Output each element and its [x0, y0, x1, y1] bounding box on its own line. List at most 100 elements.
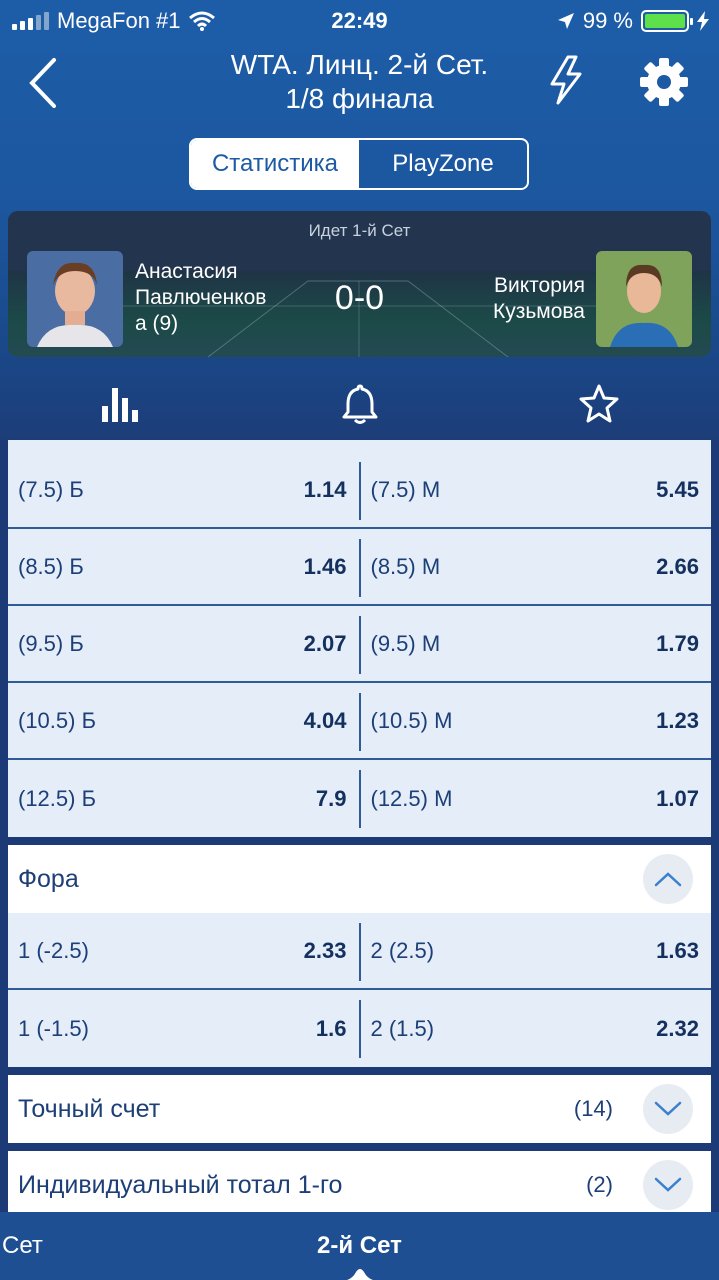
page-title: WTA. Линц. 2-й Сет. 1/8 финала: [100, 48, 619, 116]
collapse-button[interactable]: [643, 854, 693, 904]
section-title: Индивидуальный тотал 1-го: [18, 1170, 343, 1199]
odds-value: 7.9: [315, 785, 347, 811]
player2-name-line2: Кузьмова: [492, 300, 585, 323]
odds-under[interactable]: (8.5) М 2.66: [361, 529, 712, 604]
odds-label: 1 (-2.5): [18, 937, 89, 963]
battery-level: [645, 14, 685, 28]
player1-name-line3: а (9): [135, 312, 179, 335]
odds-label: (8.5) Б: [18, 553, 84, 579]
exact-score-header[interactable]: Точный счет (14): [8, 1075, 711, 1143]
odds-value: 2.07: [303, 630, 347, 656]
odds-label: (10.5) М: [370, 707, 453, 733]
status-bar: MegaFon #1 22:49 99 %: [0, 0, 719, 40]
odds-label: 1 (-1.5): [18, 1015, 89, 1041]
odds-under[interactable]: (10.5) М 1.23: [361, 683, 712, 758]
odds-row: (7.5) Б 1.14 (7.5) М 5.45: [8, 452, 711, 529]
odds-row: 1 (-2.5) 2.33 2 (2.5) 1.63: [8, 913, 711, 990]
match-status: Идет 1-й Сет: [308, 221, 411, 240]
tab-playzone[interactable]: PlayZone: [359, 140, 527, 188]
tab-second-set[interactable]: 2-й Сет: [0, 1232, 719, 1260]
expand-button[interactable]: [643, 1160, 693, 1210]
action-bar: [0, 370, 719, 436]
player2-name-line1: Виктория: [493, 274, 585, 297]
odds-away[interactable]: 2 (1.5) 2.32: [361, 990, 712, 1067]
chevron-down-icon: [654, 1101, 682, 1116]
odds-over[interactable]: (8.5) Б 1.46: [8, 529, 359, 604]
odds-value: 5.45: [656, 476, 699, 502]
odds-label: (7.5) Б: [18, 476, 84, 502]
match-scoreboard: Идет 1-й Сет Анастасия Павлюченков а (9)…: [8, 211, 711, 357]
bar-chart-icon[interactable]: [98, 382, 142, 426]
battery-percent: 99 %: [582, 8, 633, 33]
odds-value: 1.46: [303, 553, 347, 579]
odds-label: (7.5) М: [370, 476, 441, 502]
view-switcher: Статистика PlayZone: [189, 138, 529, 190]
charging-bolt-icon: [697, 11, 709, 31]
market-count: (14): [573, 1096, 613, 1121]
battery-icon: [641, 10, 693, 32]
odds-under[interactable]: (7.5) М 5.45: [361, 452, 712, 527]
odds-label: (9.5) Б: [18, 630, 84, 656]
odds-row: (9.5) Б 2.07 (9.5) М 1.79: [8, 606, 711, 683]
odds-label: (9.5) М: [370, 630, 441, 656]
odds-label: (12.5) М: [370, 785, 453, 811]
odds-over[interactable]: (7.5) Б 1.14: [8, 452, 359, 527]
lightning-icon[interactable]: [546, 54, 586, 106]
odds-away[interactable]: 2 (2.5) 1.63: [361, 913, 712, 988]
odds-value: 4.04: [303, 707, 347, 733]
odds-over[interactable]: (10.5) Б 4.04: [8, 683, 359, 758]
market-list: (7.5) Б 1.14 (7.5) М 5.45 (8.5) Б 1.46 (8.5…: [8, 440, 711, 1219]
odds-row: (8.5) Б 1.46 (8.5) М 2.66: [8, 529, 711, 606]
odds-value: 1.14: [303, 476, 347, 502]
odds-value: 1.6: [315, 1015, 347, 1041]
odds-label: 2 (2.5): [370, 937, 435, 963]
odds-value: 1.79: [656, 630, 699, 656]
chevron-down-icon: [654, 1177, 682, 1192]
odds-home[interactable]: 1 (-2.5) 2.33: [8, 913, 359, 988]
section-title: Точный счет: [18, 1094, 161, 1123]
odds-label: 2 (1.5): [370, 1015, 435, 1041]
market-count: (2): [586, 1172, 613, 1197]
active-tab-indicator: [347, 1269, 373, 1280]
player1-name-line1: Анастасия: [135, 260, 238, 283]
odds-under[interactable]: (12.5) М 1.07: [361, 760, 712, 837]
bell-icon[interactable]: [338, 382, 382, 426]
player2-name: Виктория Кузьмова: [385, 273, 585, 325]
odds-row: 1 (-1.5) 1.6 2 (1.5) 2.32: [8, 990, 711, 1067]
tab-statistics[interactable]: Статистика: [191, 140, 359, 188]
odds-value: 1.23: [656, 707, 699, 733]
player1-avatar: [27, 251, 123, 347]
title-line-1: WTA. Линц. 2-й Сет.: [230, 49, 489, 80]
section-title: Фора: [18, 864, 79, 893]
handicap-header[interactable]: Фора: [8, 845, 711, 913]
chevron-up-icon: [654, 872, 682, 887]
location-arrow-icon: [557, 13, 574, 29]
total-market: (7.5) Б 1.14 (7.5) М 5.45 (8.5) Б 1.46 (8.5…: [8, 440, 711, 837]
individual-total-header[interactable]: Индивидуальный тотал 1-го (2): [8, 1151, 711, 1219]
player2-avatar: [596, 251, 692, 347]
player1-name-line2: Павлюченков: [135, 286, 267, 309]
gear-icon[interactable]: [638, 56, 690, 108]
handicap-market: 1 (-2.5) 2.33 2 (2.5) 1.63 1 (-1.5) 1.6 2 (…: [8, 913, 711, 1067]
odds-label: (8.5) М: [370, 553, 441, 579]
odds-value: 1.07: [656, 785, 699, 811]
odds-home[interactable]: 1 (-1.5) 1.6: [8, 990, 359, 1067]
chevron-left-icon[interactable]: [24, 56, 68, 108]
title-line-2: 1/8 финала: [285, 83, 434, 114]
player1-name: Анастасия Павлюченков а (9): [135, 259, 295, 337]
odds-row: (12.5) Б 7.9 (12.5) М 1.07: [8, 760, 711, 837]
odds-under[interactable]: (9.5) М 1.79: [361, 606, 712, 681]
expand-button[interactable]: [643, 1084, 693, 1134]
odds-value: 2.33: [303, 937, 347, 963]
odds-over[interactable]: (12.5) Б 7.9: [8, 760, 359, 837]
star-icon[interactable]: [577, 382, 621, 426]
odds-row: (10.5) Б 4.04 (10.5) М 1.23: [8, 683, 711, 760]
odds-over[interactable]: (9.5) Б 2.07: [8, 606, 359, 681]
odds-value: 1.63: [656, 937, 699, 963]
odds-value: 2.32: [656, 1015, 699, 1041]
odds-value: 2.66: [656, 553, 699, 579]
odds-label: (12.5) Б: [18, 785, 97, 811]
odds-label: (10.5) Б: [18, 707, 97, 733]
